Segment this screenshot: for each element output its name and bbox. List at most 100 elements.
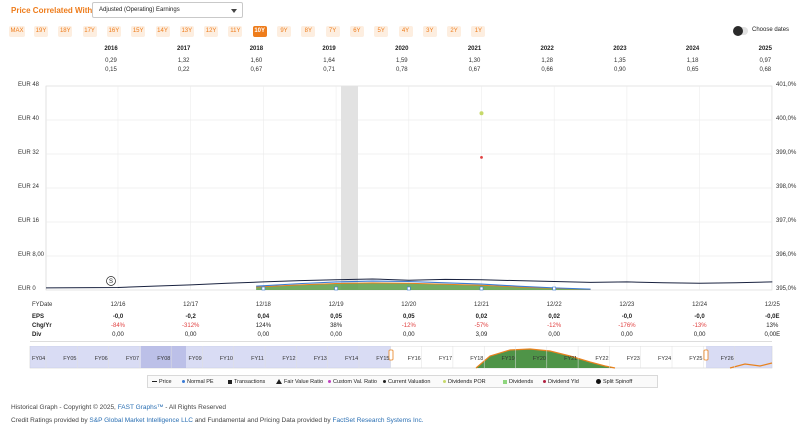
legend-marker-icon xyxy=(443,380,446,384)
range-button-15y[interactable]: 15Y xyxy=(131,26,146,37)
x-tick-label: 12/22 xyxy=(546,302,562,308)
legend-item-price[interactable]: Price xyxy=(152,379,172,385)
year-value-1: 1,64 xyxy=(323,58,335,64)
row-cell: -0,2 xyxy=(185,314,196,320)
range-button-6y[interactable]: 6Y xyxy=(349,26,364,37)
year-header: 2018 xyxy=(249,46,264,52)
choose-dates-toggle[interactable] xyxy=(733,26,748,36)
y-left-tick: EUR 48 xyxy=(18,82,40,88)
legend-marker-icon xyxy=(228,379,232,384)
copyright-line: Historical Graph - Copyright © 2025, FAS… xyxy=(11,404,226,411)
row-label-chgyr: Chg/Yr xyxy=(32,323,52,329)
range-button-13y[interactable]: 13Y xyxy=(179,26,194,37)
range-button-1y[interactable]: 1Y xyxy=(471,26,486,37)
row-cell: 0,00E xyxy=(764,332,781,338)
year-value-1: 1,32 xyxy=(177,58,190,64)
legend-item-dividends[interactable]: Dividends xyxy=(503,379,533,385)
transaction-marker xyxy=(479,286,484,291)
navigator-label: FY25 xyxy=(689,356,703,362)
navigator-label: FY19 xyxy=(501,356,515,362)
legend-marker-icon xyxy=(383,380,386,384)
range-button-11y[interactable]: 11Y xyxy=(228,26,243,37)
legend-item-current-valuation[interactable]: Current Valuation xyxy=(383,379,430,385)
year-value-2: 0,67 xyxy=(250,67,263,73)
row-cell: -0,0 xyxy=(112,314,124,320)
legend-label: Fair Value Ratio xyxy=(284,379,324,385)
page-title: Price Correlated With xyxy=(11,6,93,15)
row-cell: -0,0 xyxy=(694,314,705,320)
legend-item-normal-pe[interactable]: Normal PE xyxy=(182,379,214,385)
row-cell: 0,02 xyxy=(548,314,561,320)
y-right-tick: 397,0% xyxy=(776,218,797,224)
range-button-3y[interactable]: 3Y xyxy=(422,26,437,37)
year-value-1: 1,30 xyxy=(468,58,481,64)
year-value-2: 0,71 xyxy=(323,67,335,73)
credits-line: Credit Ratings provided by S&P Global Ma… xyxy=(11,417,424,424)
dividend-yld-point xyxy=(480,156,483,159)
range-button-17y[interactable]: 17Y xyxy=(82,26,97,37)
range-button-4y[interactable]: 4Y xyxy=(398,26,413,37)
row-cell: 38% xyxy=(330,323,343,329)
navigator-label: FY05 xyxy=(63,356,77,362)
year-header: 2024 xyxy=(685,46,700,52)
navigator-label: FY12 xyxy=(282,356,296,362)
range-button-9y[interactable]: 9Y xyxy=(277,26,291,37)
range-button-16y[interactable]: 16Y xyxy=(106,26,121,37)
navigator-label: FY10 xyxy=(219,356,233,362)
navigator-chart[interactable] xyxy=(0,346,800,372)
navigator-label: FY24 xyxy=(658,356,672,362)
range-button-14y[interactable]: 14Y xyxy=(155,26,170,37)
range-button-8y[interactable]: 8Y xyxy=(301,26,316,37)
legend-marker-icon xyxy=(182,380,185,384)
navigator-handle xyxy=(388,349,394,361)
row-cell: 0,00 xyxy=(112,332,124,338)
y-left-tick: EUR 24 xyxy=(18,184,40,190)
main-chart: S xyxy=(45,85,773,291)
legend-label: Dividends POR xyxy=(448,379,486,385)
fast-graphs-link[interactable]: FAST Graphs™ xyxy=(118,404,164,411)
row-cell: -12% xyxy=(401,323,416,329)
credits-text: Credit Ratings provided by xyxy=(11,417,88,424)
sp-global-link[interactable]: S&P Global Market Intelligence LLC xyxy=(89,417,193,424)
range-button-5y[interactable]: 5Y xyxy=(374,26,389,37)
range-button-7y[interactable]: 7Y xyxy=(325,26,340,37)
year-header: 2020 xyxy=(395,46,409,52)
legend-item-dividend-yld[interactable]: Dividend Yld xyxy=(543,379,579,385)
legend-item-transactions[interactable]: Transactions xyxy=(228,379,265,385)
range-button-max[interactable]: MAX xyxy=(9,26,25,37)
y-left-tick: EUR 0 xyxy=(18,286,36,292)
year-value-2: 0,65 xyxy=(686,67,699,73)
legend-item-custom-val-ratio[interactable]: Custom Val. Ratio xyxy=(328,379,377,385)
year-value-1: 1,35 xyxy=(614,58,626,64)
navigator-label: FY11 xyxy=(251,356,264,362)
year-header: 2021 xyxy=(467,46,482,52)
row-cell: 0,00 xyxy=(548,332,561,338)
y-left-tick: EUR 40 xyxy=(18,116,40,122)
legend-item-split-spinoff[interactable]: Split Spinoff xyxy=(596,379,632,385)
range-button-19y[interactable]: 19Y xyxy=(34,26,48,37)
legend-item-fair-value-ratio[interactable]: Fair Value Ratio xyxy=(276,379,323,385)
legend-label: Transactions xyxy=(234,379,266,385)
row-cell: 0,00 xyxy=(257,332,270,338)
range-button-12y[interactable]: 12Y xyxy=(204,26,219,37)
row-label-eps: EPS xyxy=(32,314,45,320)
range-button-2y[interactable]: 2Y xyxy=(447,26,462,37)
transaction-marker xyxy=(261,286,266,291)
legend-item-dividends-por[interactable]: Dividends POR xyxy=(443,379,486,385)
earnings-select[interactable]: Adjusted (Operating) Earnings xyxy=(92,2,243,18)
year-value-1: 1,59 xyxy=(395,58,408,64)
chevron-down-icon xyxy=(231,9,237,13)
factset-link[interactable]: FactSet Research Systems Inc. xyxy=(333,417,424,424)
navigator-label: FY22 xyxy=(595,356,609,362)
navigator-label: FY15 xyxy=(376,356,390,362)
range-button-18y[interactable]: 18Y xyxy=(58,26,73,37)
x-tick-label: 12/21 xyxy=(473,302,489,308)
row-cell: -13% xyxy=(692,323,707,329)
row-cell: 0,05 xyxy=(330,314,342,320)
x-tick-label: 12/25 xyxy=(764,302,780,308)
legend-label: Custom Val. Ratio xyxy=(333,379,377,385)
row-cell: 0,00 xyxy=(693,332,706,338)
y-left-tick: EUR 8,00 xyxy=(18,252,45,258)
row-cell: 124% xyxy=(255,323,272,329)
range-button-10y[interactable]: 10Y xyxy=(252,26,267,37)
